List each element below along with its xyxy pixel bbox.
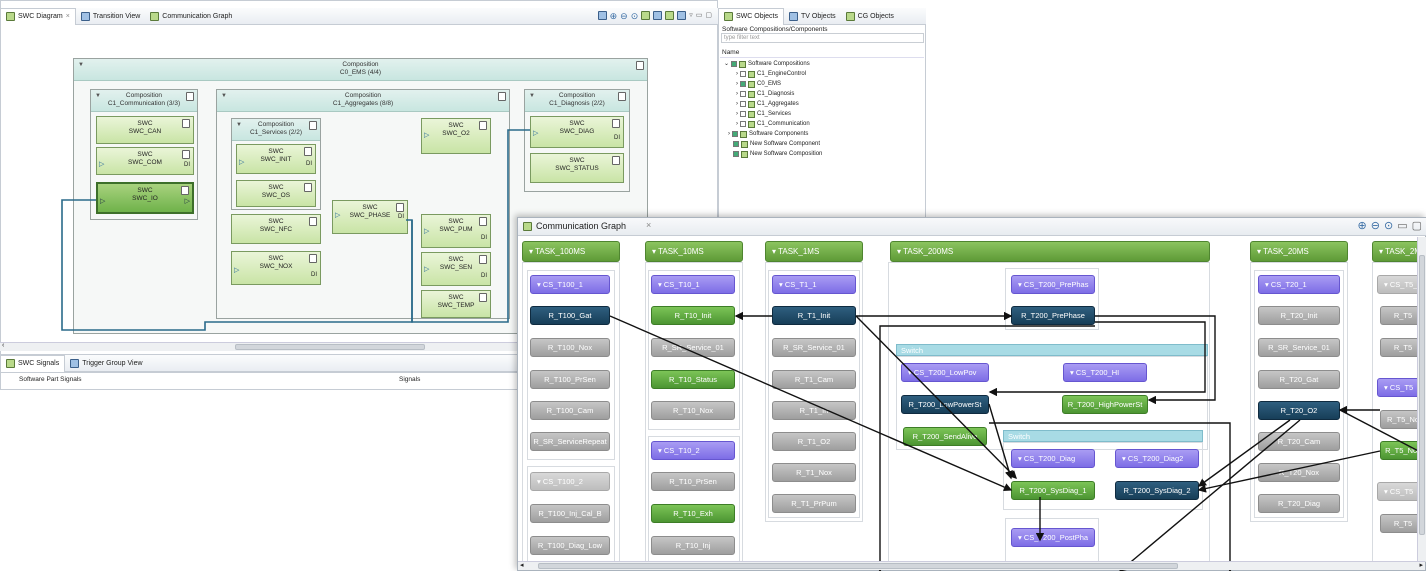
scroll-thumb[interactable] bbox=[538, 563, 1178, 569]
scroll-left-icon[interactable]: ◂ bbox=[520, 561, 524, 569]
cg-vertical-scrollbar[interactable] bbox=[1417, 237, 1426, 561]
cg-edges bbox=[609, 311, 1426, 571]
scroll-thumb[interactable] bbox=[1419, 255, 1425, 535]
scroll-right-icon[interactable]: ▸ bbox=[1419, 561, 1423, 569]
cg-horizontal-scrollbar[interactable]: ◂ ▸ bbox=[518, 561, 1425, 570]
